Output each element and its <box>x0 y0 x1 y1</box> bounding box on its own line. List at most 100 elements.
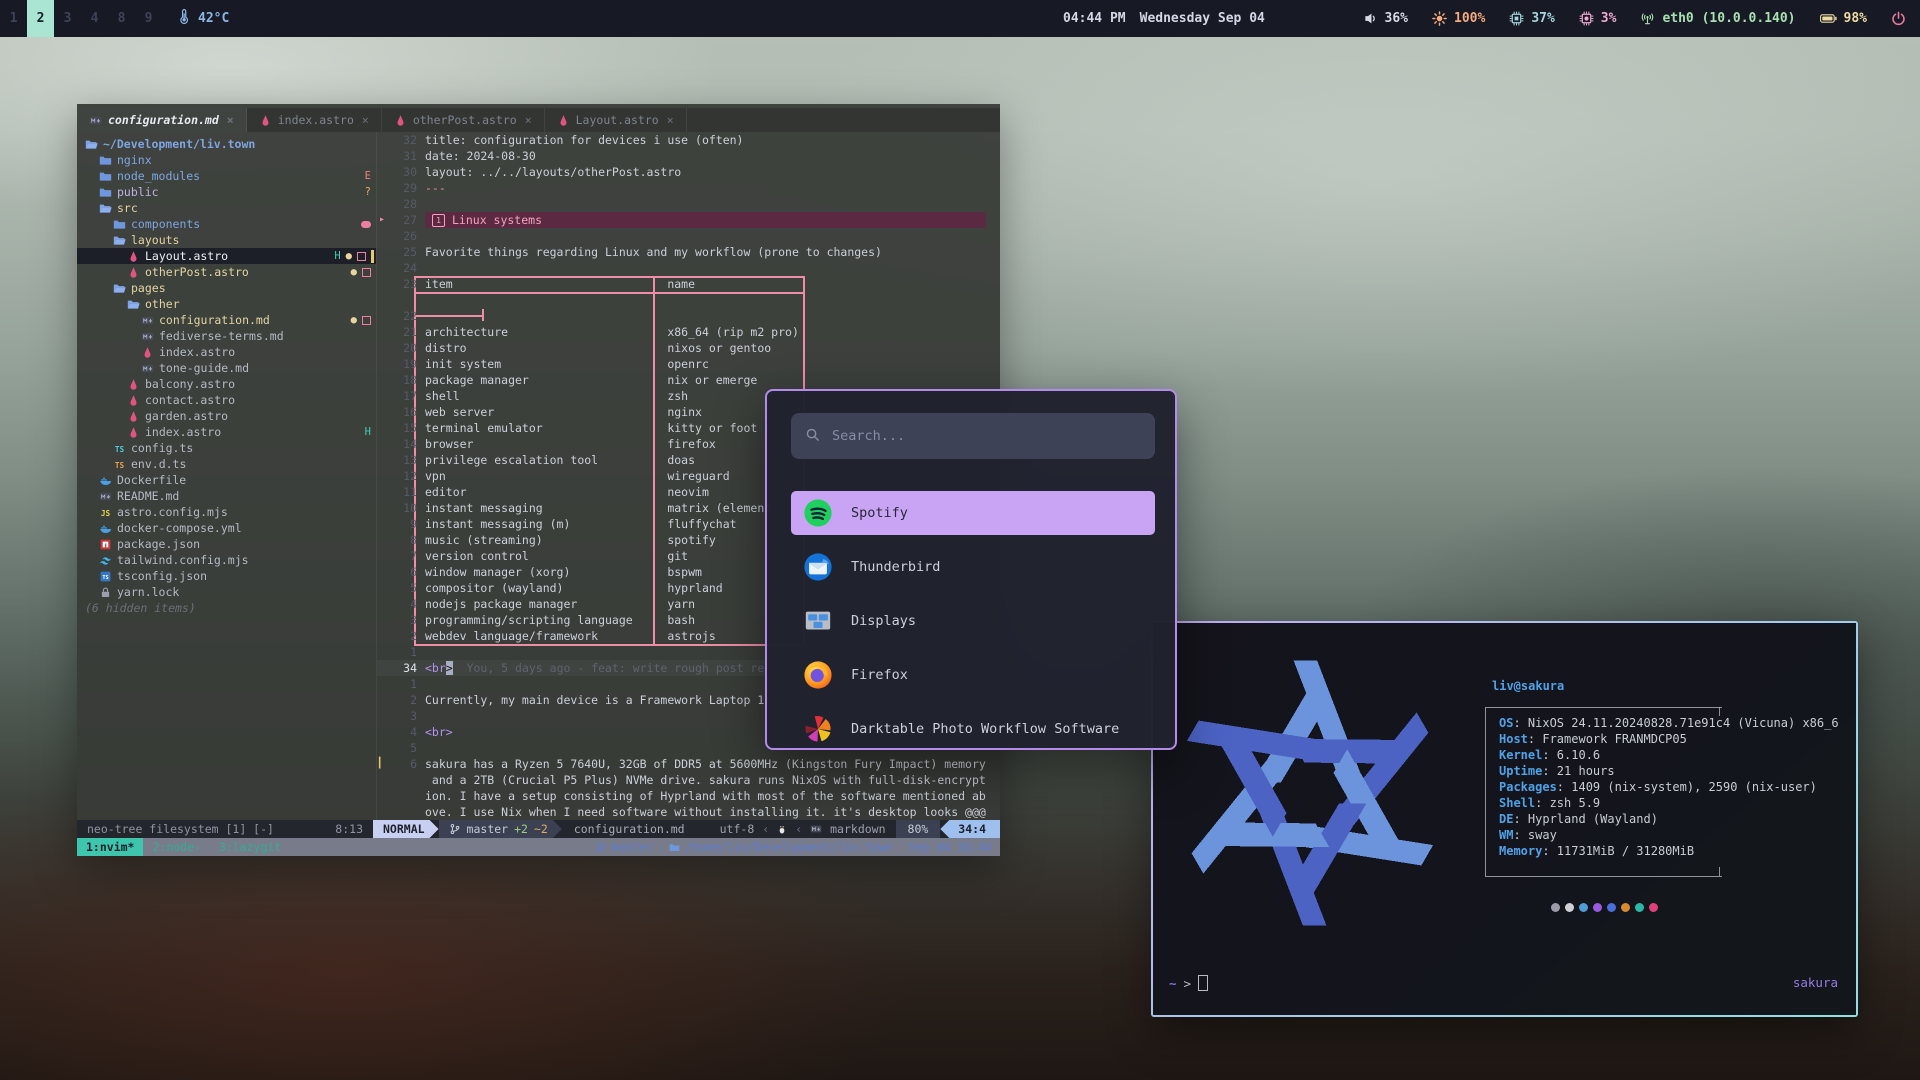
tree-item[interactable]: ~/Development/liv.town <box>77 136 376 152</box>
launcher-item-spotify[interactable]: Spotify <box>791 491 1155 535</box>
tree-item[interactable]: TSconfig.ts <box>77 440 376 456</box>
fetch-key: WM <box>1499 828 1513 842</box>
line-text: and a 2TB (Crucial P5 Plus) NVMe drive. … <box>425 772 986 788</box>
folder-icon <box>113 218 126 231</box>
tab-close-icon[interactable]: × <box>525 113 532 127</box>
clock-time: 04:44 PM <box>1063 11 1126 26</box>
tree-item-label: node_modules <box>117 168 200 184</box>
topbar-modules: 36%100%37%3%eth0 (10.0.0.140)98% <box>1363 0 1906 37</box>
power-icon <box>1891 11 1906 26</box>
search-input[interactable] <box>830 427 1141 445</box>
js-icon: JS <box>99 506 112 519</box>
line-text: Favorite things regarding Linux and my w… <box>425 244 882 260</box>
app-launcher: Spotify Thunderbird Displays Firefox Darktab… <box>765 389 1177 750</box>
tree-item[interactable]: garden.astro <box>77 408 376 424</box>
tree-item[interactable]: layouts <box>77 232 376 248</box>
workspace-8[interactable]: 8 <box>108 0 135 37</box>
line-text: nodejs package manager yarn <box>425 596 695 612</box>
tree-item[interactable]: TSenv.d.ts <box>77 456 376 472</box>
tree-item[interactable]: pages <box>77 280 376 296</box>
tree-item[interactable]: node_modulesE <box>77 168 376 184</box>
tree-item[interactable]: package.json <box>77 536 376 552</box>
tmux-path-text: /home/liv/Development/liv.town <box>685 840 893 854</box>
tree-item[interactable]: index.astroH <box>77 424 376 440</box>
tree-item[interactable]: public? <box>77 184 376 200</box>
tab-otherPost.astro[interactable]: otherPost.astro× <box>382 108 545 132</box>
tree-item[interactable]: tone-guide.md <box>77 360 376 376</box>
tmux-window-1:nvim*[interactable]: 1:nvim* <box>77 838 143 856</box>
tree-item[interactable]: Layout.astroH● <box>77 248 376 264</box>
tmux-path: /home/liv/Development/liv.town <box>669 840 893 854</box>
workspace-1[interactable]: 1 <box>0 0 27 37</box>
line-text: architecture x86_64 (rip m2 pro) <box>425 324 799 340</box>
tree-item[interactable]: index.astro <box>77 344 376 360</box>
launcher-item-displays[interactable]: Displays <box>791 599 1155 643</box>
editor-line: 24 <box>377 260 1000 276</box>
launcher-search[interactable] <box>791 413 1155 459</box>
editor-line: 29--- <box>377 180 1000 196</box>
editor-line: 23item name <box>377 276 1000 292</box>
tree-item[interactable]: tailwind.config.mjs <box>77 552 376 568</box>
md-icon <box>141 314 154 327</box>
tree-item[interactable]: otherPost.astro● <box>77 264 376 280</box>
desktop: 123489 42°C 04:44 PM Wednesday Sep 04 36… <box>0 0 1920 1080</box>
line-number: 24 <box>387 260 417 276</box>
tab-configuration.md[interactable]: configuration.md× <box>77 108 247 132</box>
line-number: 1 <box>387 676 417 692</box>
terminal-window[interactable]: liv@sakura OS: NixOS 24.11.20240828.71e9… <box>1151 621 1858 1017</box>
svg-text:TS: TS <box>102 574 108 580</box>
tree-item[interactable]: JSastro.config.mjs <box>77 504 376 520</box>
tree-item[interactable]: contact.astro <box>77 392 376 408</box>
line-number <box>387 804 417 820</box>
launcher-item-darktable[interactable]: Darktable Photo Workflow Software <box>791 707 1155 750</box>
tree-item[interactable]: yarn.lock <box>77 584 376 600</box>
fetch-key: Shell <box>1499 796 1535 810</box>
shell-prompt[interactable]: ~ > <box>1169 975 1208 991</box>
workspace-4[interactable]: 4 <box>81 0 108 37</box>
fetch-value: : 1409 (nix-system), 2590 (nix-user) <box>1557 780 1817 794</box>
tree-item-label: README.md <box>117 488 179 504</box>
tmux-window-3:lazygit[interactable]: 3:lazygit <box>210 838 290 856</box>
launcher-item-thunderbird[interactable]: Thunderbird <box>791 545 1155 589</box>
line-number: 27 <box>387 212 417 228</box>
tree-item[interactable]: balcony.astro <box>77 376 376 392</box>
svg-text:TS: TS <box>115 444 125 453</box>
line-number: 5 <box>387 580 417 596</box>
tree-item[interactable]: Dockerfile <box>77 472 376 488</box>
diagnostic-square <box>362 268 371 277</box>
tree-item[interactable]: (6 hidden items) <box>77 600 376 616</box>
power-module[interactable] <box>1891 11 1906 26</box>
folder-open-icon <box>99 202 112 215</box>
tree-item[interactable]: components <box>77 216 376 232</box>
tab-Layout.astro[interactable]: Layout.astro× <box>545 108 687 132</box>
tree-item[interactable]: configuration.md● <box>77 312 376 328</box>
tab-close-icon[interactable]: × <box>667 113 674 127</box>
docker-icon <box>99 474 112 487</box>
workspace-9[interactable]: 9 <box>135 0 162 37</box>
tree-item[interactable]: other <box>77 296 376 312</box>
tmux-window-2:node-[interactable]: 2:node- <box>143 838 209 856</box>
tab-close-icon[interactable]: × <box>362 113 369 127</box>
tab-close-icon[interactable]: × <box>227 113 234 127</box>
tree-item[interactable]: README.md <box>77 488 376 504</box>
tree-item[interactable]: TStsconfig.json <box>77 568 376 584</box>
workspace-2[interactable]: 2 <box>27 0 54 37</box>
tree-item[interactable]: fediverse-terms.md <box>77 328 376 344</box>
line-number: 7 <box>387 548 417 564</box>
launcher-item-firefox[interactable]: Firefox <box>791 653 1155 697</box>
fetch-value: : Hyprland (Wayland) <box>1513 812 1658 826</box>
tree-item[interactable]: nginx <box>77 152 376 168</box>
tab-index.astro[interactable]: index.astro× <box>247 108 382 132</box>
tmux-bar: 1:nvim*2:node-3:lazygitmaster/home/liv/D… <box>77 838 1000 856</box>
tree-item[interactable]: docker-compose.yml <box>77 520 376 536</box>
tree-item[interactable]: src <box>77 200 376 216</box>
terminal-cursor <box>1198 975 1208 991</box>
fetch-user-host: liv@sakura <box>1492 679 1564 693</box>
clock-date: Wednesday Sep 04 <box>1140 11 1265 26</box>
workspace-3[interactable]: 3 <box>54 0 81 37</box>
fetch-value: : zsh 5.9 <box>1535 796 1600 810</box>
line-number: 32 <box>387 132 417 148</box>
tmux-clock: Sep 04 16:44 <box>909 840 992 854</box>
volume-value: 36% <box>1385 11 1408 26</box>
line-text: item name <box>425 276 695 292</box>
